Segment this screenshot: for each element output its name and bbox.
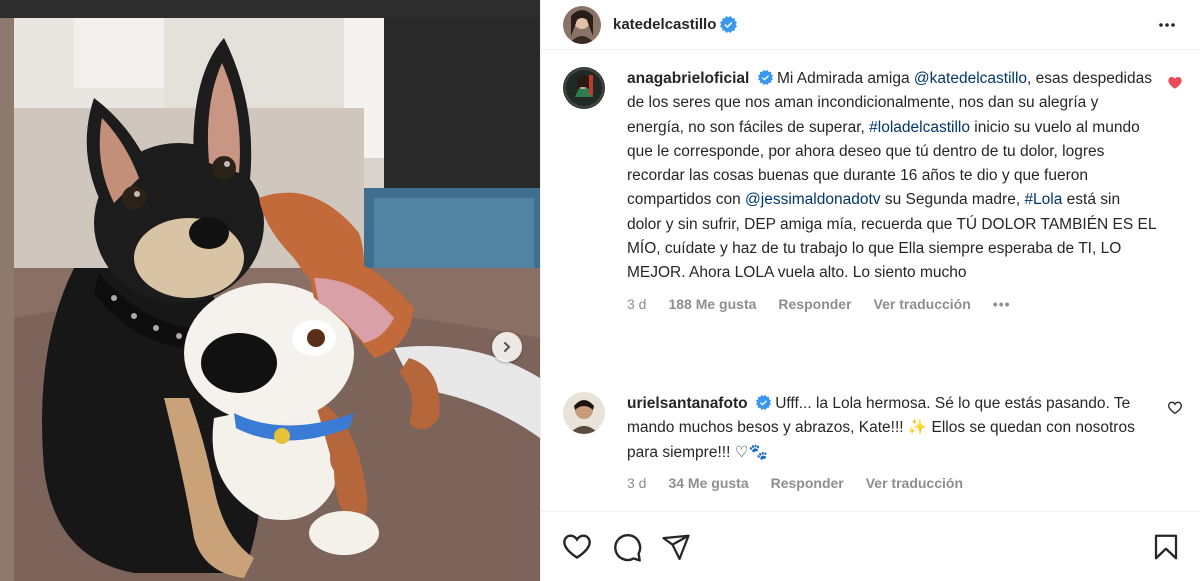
- translate-button[interactable]: Ver traducción: [874, 296, 971, 312]
- comment-item: anagabrieloficial Mi Admirada amiga @kat…: [563, 67, 1183, 312]
- comment-text-segment: su Segunda madre,: [880, 191, 1025, 209]
- hashtag-link[interactable]: #Lola: [1024, 191, 1062, 208]
- commenter-avatar-image: [563, 392, 605, 434]
- hashtag-link[interactable]: #loladelcastillo: [869, 119, 970, 136]
- comment-options-button[interactable]: •••: [993, 296, 1011, 312]
- next-photo-button[interactable]: [492, 332, 522, 362]
- comment-like-button[interactable]: [1167, 400, 1183, 421]
- comment-meta: 3 d 188 Me gusta Responder Ver traducció…: [627, 296, 1157, 312]
- author-avatar[interactable]: [563, 5, 601, 44]
- comment-icon: [614, 533, 642, 562]
- like-button[interactable]: [561, 531, 593, 563]
- mention-link[interactable]: @jessimaldonadotv: [745, 191, 881, 208]
- post-actions-bar: [541, 511, 1200, 581]
- comment-likes[interactable]: 188 Me gusta: [668, 296, 756, 312]
- comment-username[interactable]: urielsantanafoto: [627, 395, 748, 412]
- verified-badge-icon: [755, 395, 771, 410]
- heart-icon: [563, 533, 591, 559]
- verified-badge-icon: [720, 16, 738, 33]
- comment-text: anagabrieloficial Mi Admirada amiga @kat…: [627, 67, 1157, 286]
- reply-button[interactable]: Responder: [778, 296, 851, 312]
- post-header: katedelcastillo: [541, 0, 1200, 50]
- comment-time: 3 d: [627, 474, 647, 491]
- author-avatar-image: [563, 5, 601, 44]
- heart-icon: [1167, 401, 1183, 415]
- comment-meta: 3 d 34 Me gusta Responder Ver traducción: [627, 475, 1157, 491]
- commenter-avatar[interactable]: [563, 67, 605, 109]
- post-photo: [0, 0, 540, 581]
- comment-item: urielsantanafoto Ufff... la Lola hermosa…: [563, 392, 1183, 491]
- reply-button[interactable]: Responder: [771, 475, 844, 491]
- photo-illustration: [14, 18, 540, 581]
- author-username[interactable]: katedelcastillo: [613, 16, 716, 33]
- save-button[interactable]: [1151, 532, 1181, 562]
- share-button[interactable]: [661, 532, 691, 562]
- translate-button[interactable]: Ver traducción: [866, 475, 963, 491]
- bookmark-icon: [1154, 534, 1178, 559]
- comment-time: 3 d: [627, 295, 647, 312]
- comment-likes[interactable]: 34 Me gusta: [668, 475, 748, 491]
- heart-filled-icon: [1168, 77, 1182, 89]
- comment-text-segment: Mi Admirada amiga: [772, 70, 914, 87]
- chevron-right-icon: [504, 342, 511, 352]
- share-icon: [662, 534, 690, 560]
- more-options-button[interactable]: [1155, 13, 1179, 37]
- verified-badge-icon: [757, 70, 773, 85]
- commenter-avatar[interactable]: [563, 392, 605, 434]
- commenter-avatar-image: [563, 67, 605, 109]
- comment-text: urielsantanafoto Ufff... la Lola hermosa…: [627, 392, 1157, 465]
- post-side-panel: katedelcastillo anagabrieloficial Mi Adm…: [540, 0, 1200, 581]
- more-options-icon: [1159, 22, 1175, 27]
- comment-like-button[interactable]: [1167, 75, 1183, 96]
- comment-username[interactable]: anagabrieloficial: [627, 70, 749, 87]
- comment-button[interactable]: [611, 531, 643, 563]
- mention-link[interactable]: @katedelcastillo: [914, 70, 1027, 87]
